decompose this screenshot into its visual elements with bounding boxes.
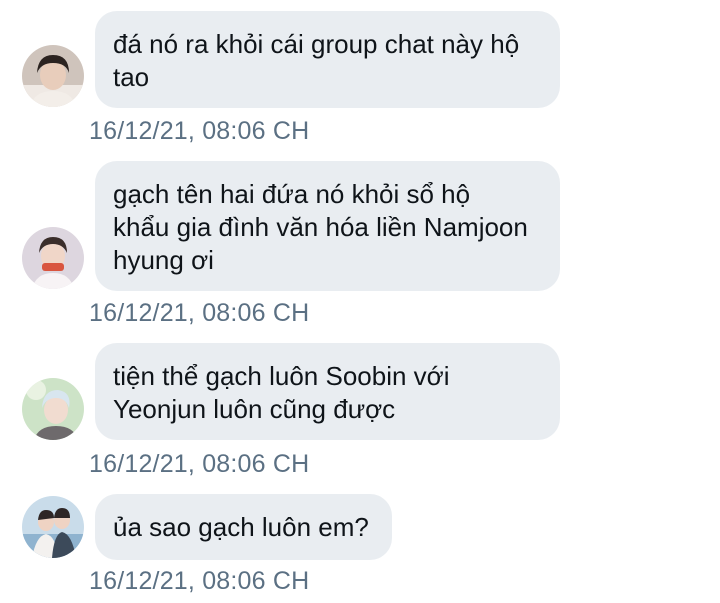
avatar[interactable] (22, 496, 84, 558)
message-timestamp: 16/12/21, 08:06 CH (89, 567, 310, 595)
user-avatar-icon (22, 496, 84, 558)
message-bubble[interactable]: đá nó ra khỏi cái group chat này hộ tao (95, 11, 560, 108)
message-timestamp: 16/12/21, 08:06 CH (89, 299, 310, 327)
avatar[interactable] (22, 227, 84, 289)
message-bubble[interactable]: gạch tên hai đứa nó khỏi sổ hộ khẩu gia … (95, 161, 560, 291)
user-avatar-icon (22, 227, 84, 289)
avatar[interactable] (22, 45, 84, 107)
avatar[interactable] (22, 378, 84, 440)
message-bubble[interactable]: tiện thể gạch luôn Soobin với Yeonjun lu… (95, 343, 560, 440)
message-timestamp: 16/12/21, 08:06 CH (89, 450, 310, 478)
message-bubble[interactable]: ủa sao gạch luôn em? (95, 494, 392, 560)
message-timestamp: 16/12/21, 08:06 CH (89, 117, 310, 145)
user-avatar-icon (22, 378, 84, 440)
user-avatar-icon (22, 45, 84, 107)
